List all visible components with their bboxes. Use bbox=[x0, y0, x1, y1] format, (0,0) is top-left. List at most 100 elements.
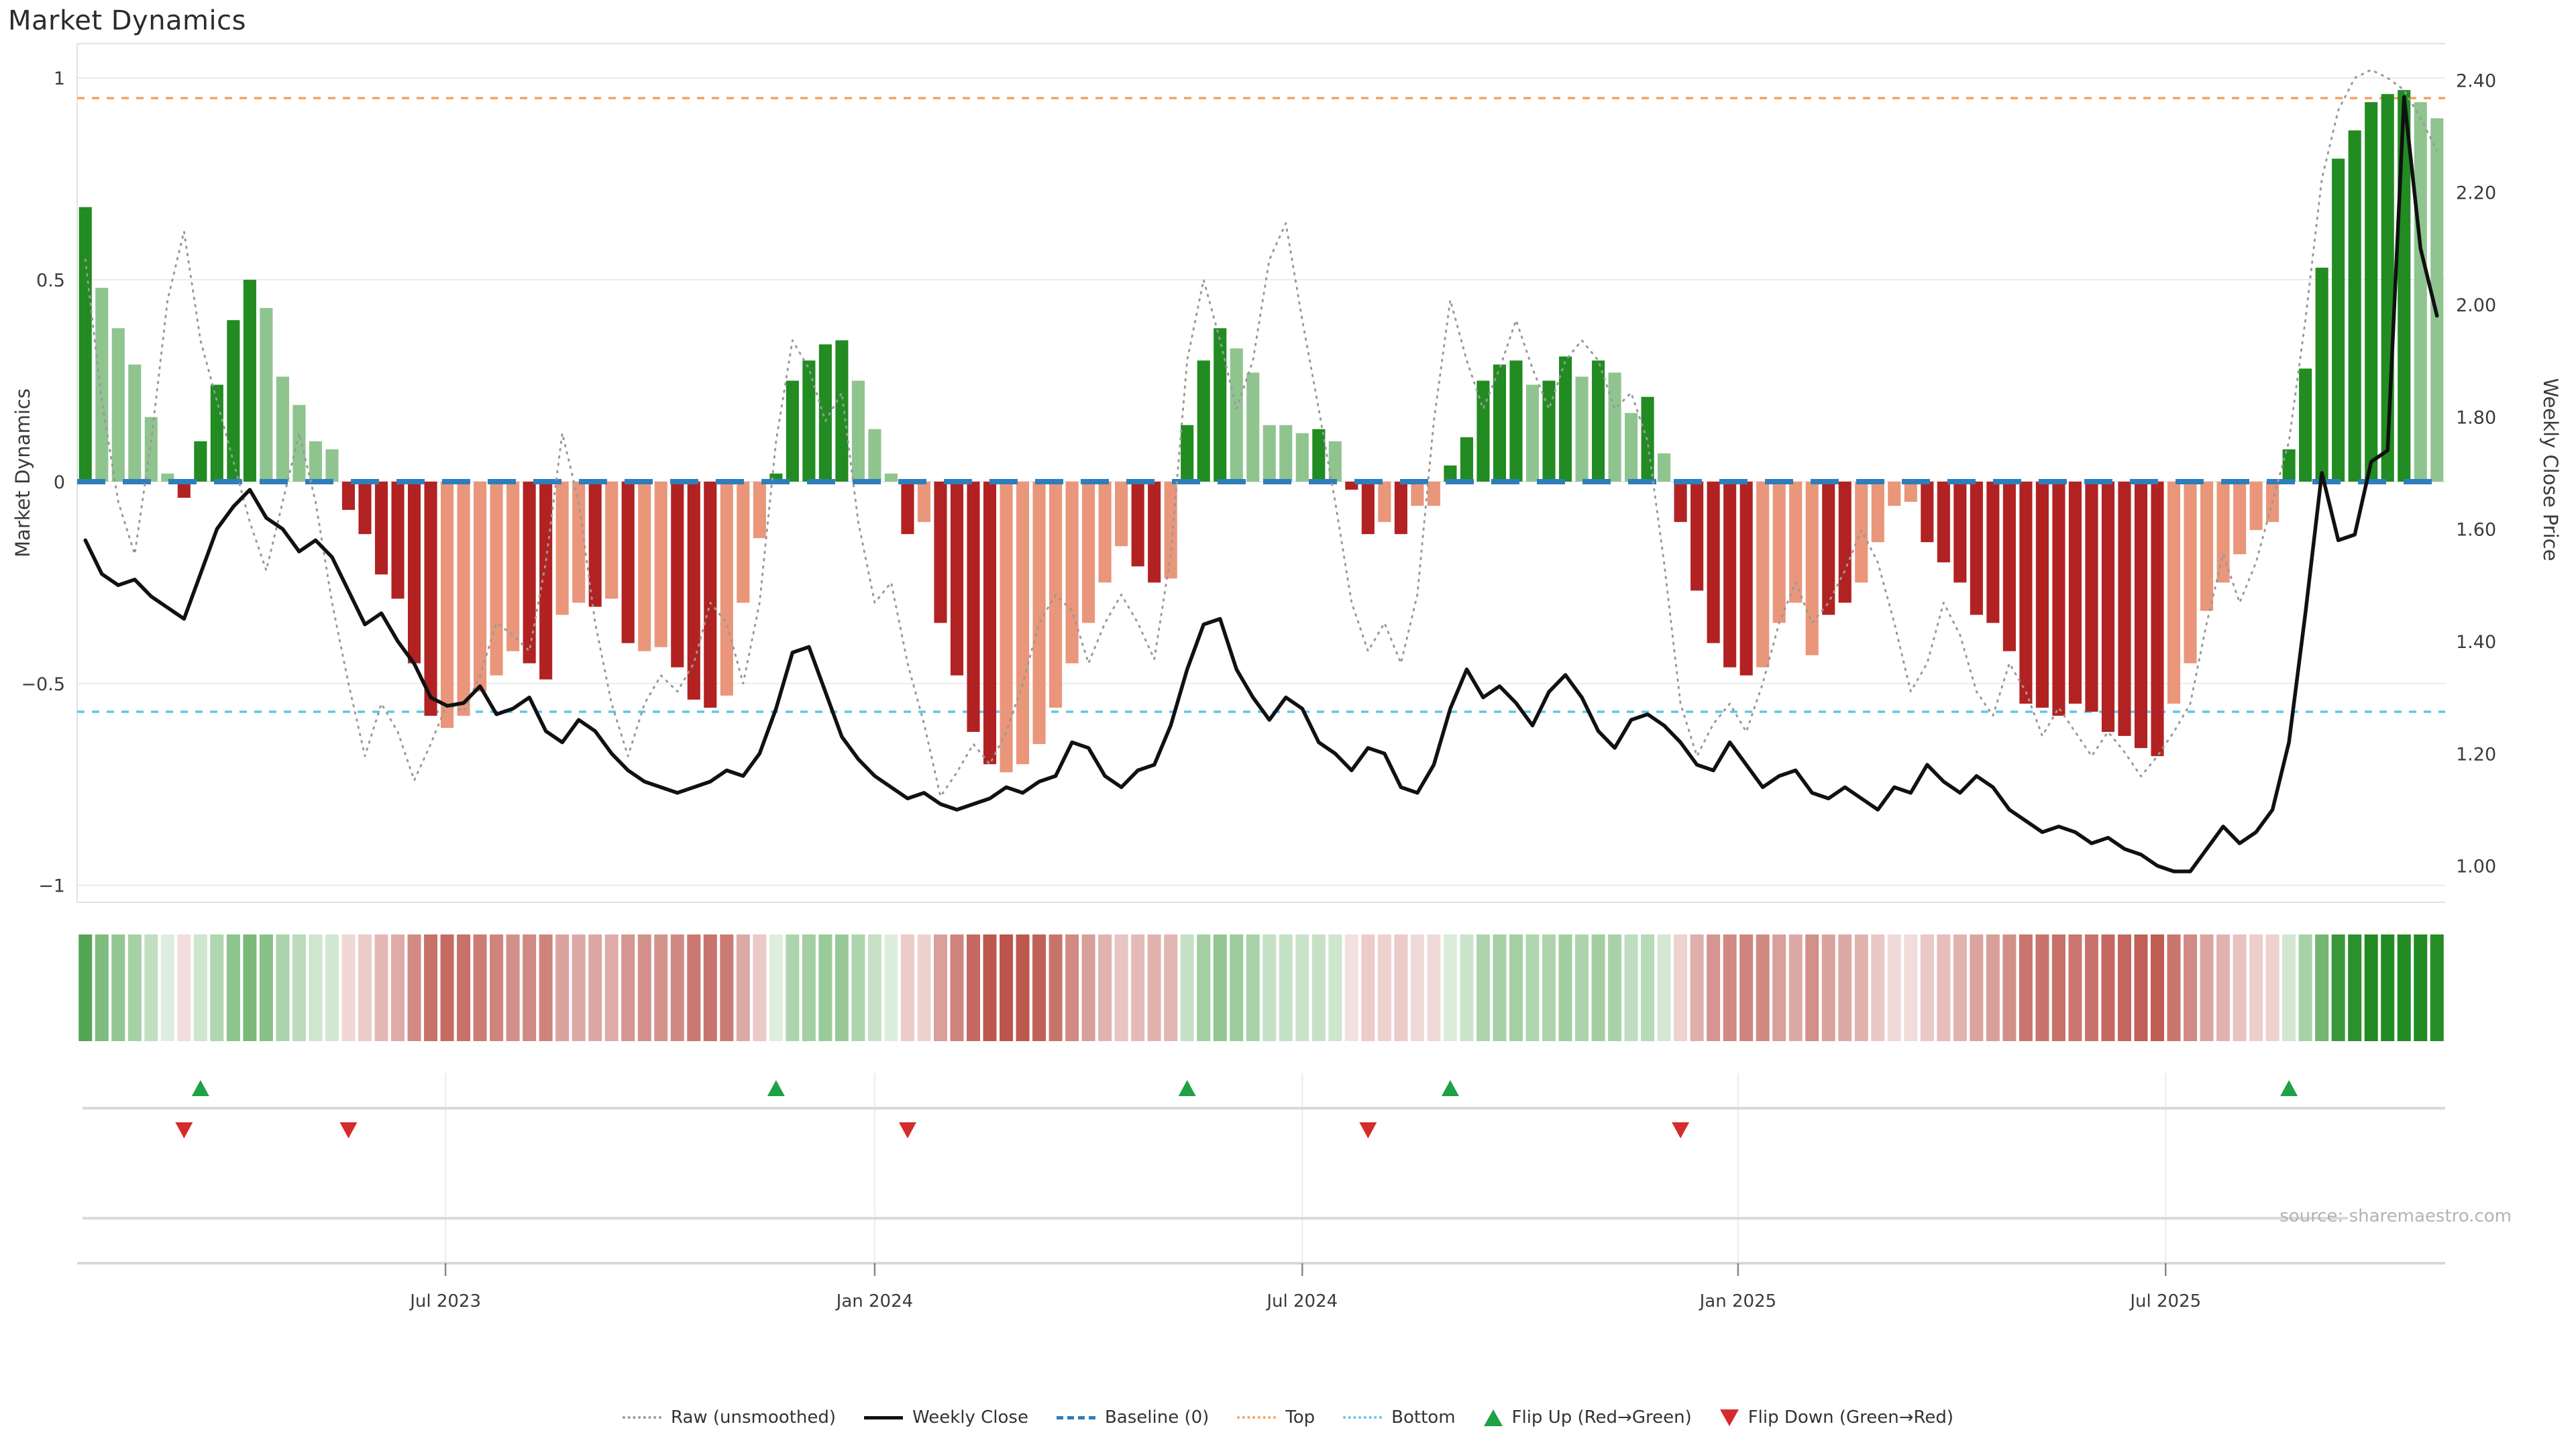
dynamics-bar bbox=[835, 340, 848, 482]
heatmap-cell bbox=[1525, 934, 1539, 1041]
heatmap-cell bbox=[1197, 934, 1210, 1041]
heatmap-cell bbox=[917, 934, 930, 1041]
heatmap-cell bbox=[375, 934, 388, 1041]
heatmap-cell bbox=[638, 934, 651, 1041]
dynamics-bar bbox=[2052, 482, 2065, 716]
heatmap-cell bbox=[901, 934, 914, 1041]
heatmap-cell bbox=[2216, 934, 2230, 1041]
dynamics-bar bbox=[802, 360, 815, 482]
flip-up-marker bbox=[767, 1080, 785, 1096]
heatmap-cell bbox=[1986, 934, 2000, 1041]
legend-item-flip-up-label: Flip Up (Red→Green) bbox=[1512, 1407, 1692, 1428]
dynamics-bar bbox=[1411, 482, 1424, 506]
heatmap-cell bbox=[2299, 934, 2312, 1041]
dynamics-bar bbox=[1279, 425, 1292, 482]
heatmap-cell bbox=[1295, 934, 1309, 1041]
dynamics-bar bbox=[1575, 376, 1588, 481]
dynamics-bar bbox=[688, 482, 700, 700]
heatmap-cell bbox=[588, 934, 602, 1041]
dynamics-bar bbox=[1197, 360, 1210, 482]
dynamics-bar bbox=[2036, 482, 2049, 708]
heatmap-cell bbox=[1608, 934, 1621, 1041]
flip-up-marker bbox=[1442, 1080, 1459, 1096]
heatmap-cell bbox=[1756, 934, 1770, 1041]
heatmap-cell bbox=[506, 934, 520, 1041]
flip-up-marker bbox=[2280, 1080, 2298, 1096]
heatmap-cell bbox=[1921, 934, 1934, 1041]
heatmap-cell bbox=[1246, 934, 1260, 1041]
heatmap-cell bbox=[210, 934, 223, 1041]
heatmap-cell bbox=[358, 934, 372, 1041]
heatmap-cell bbox=[1592, 934, 1605, 1041]
left-axis-tick-label: 1 bbox=[54, 68, 65, 89]
heatmap-cell bbox=[1723, 934, 1737, 1041]
heatmap-cell bbox=[1065, 934, 1079, 1041]
dynamics-bar bbox=[1690, 482, 1703, 590]
heatmap-cell bbox=[1394, 934, 1407, 1041]
heatmap-cell bbox=[2200, 934, 2214, 1041]
dynamics-bar bbox=[276, 376, 289, 481]
heatmap-cell bbox=[441, 934, 454, 1041]
heatmap-cell bbox=[851, 934, 865, 1041]
heatmap-cell bbox=[391, 934, 405, 1041]
heatmap-cell bbox=[704, 934, 717, 1041]
dynamics-bar bbox=[1707, 482, 1720, 643]
dynamics-bar bbox=[1033, 482, 1046, 744]
dynamics-bar bbox=[523, 482, 536, 663]
left-axis-tick-label: 0 bbox=[54, 472, 65, 493]
dynamics-bar bbox=[309, 441, 322, 482]
dynamics-bar bbox=[1246, 372, 1259, 481]
heatmap-cell bbox=[243, 934, 256, 1041]
legend-item-raw-swatch-icon bbox=[623, 1416, 661, 1419]
heatmap-cell bbox=[260, 934, 273, 1041]
dynamics-bar bbox=[951, 482, 963, 676]
dynamics-bar bbox=[1592, 360, 1605, 482]
heatmap-cell bbox=[2151, 934, 2164, 1041]
dynamics-bar bbox=[1723, 482, 1736, 667]
heatmap-cell bbox=[1542, 934, 1556, 1041]
heatmap-cell bbox=[1049, 934, 1063, 1041]
heatmap-cell bbox=[194, 934, 207, 1041]
dynamics-bar bbox=[2365, 102, 2377, 482]
heatmap-cell bbox=[2085, 934, 2098, 1041]
heatmap-cell bbox=[1000, 934, 1013, 1041]
dynamics-bar bbox=[1362, 482, 1375, 534]
heatmap-cell bbox=[2249, 934, 2263, 1041]
heatmap-cell bbox=[309, 934, 322, 1041]
heatmap-cell bbox=[1181, 934, 1194, 1041]
right-axis-tick-label: 2.00 bbox=[2456, 295, 2496, 316]
heatmap-cell bbox=[786, 934, 799, 1041]
legend-item-bottom-swatch-icon bbox=[1343, 1416, 1382, 1419]
dynamics-bar bbox=[1806, 482, 1819, 655]
heatmap-cell bbox=[1148, 934, 1161, 1041]
dynamics-bar bbox=[408, 482, 421, 663]
dynamics-bar bbox=[194, 441, 207, 482]
plot-background bbox=[77, 44, 2445, 902]
dynamics-bar bbox=[655, 482, 667, 647]
heatmap-cell bbox=[753, 934, 766, 1041]
dynamics-bar bbox=[967, 482, 979, 732]
legend-item-weekly-close-swatch-icon bbox=[864, 1416, 903, 1419]
heatmap-cell bbox=[1279, 934, 1293, 1041]
heatmap-cell bbox=[769, 934, 783, 1041]
dynamics-bar bbox=[2069, 482, 2082, 704]
heatmap-cell bbox=[1855, 934, 1868, 1041]
dynamics-bar bbox=[424, 482, 437, 716]
right-axis-tick-label: 1.40 bbox=[2456, 632, 2496, 653]
left-axis-tick-label: 0.5 bbox=[36, 270, 65, 291]
heatmap-cell bbox=[292, 934, 306, 1041]
flip-down-marker bbox=[899, 1122, 916, 1138]
dynamics-bar bbox=[737, 482, 749, 603]
heatmap-cell bbox=[2365, 934, 2378, 1041]
dynamics-bar bbox=[1937, 482, 1950, 562]
dynamics-bar bbox=[2003, 482, 2016, 651]
dynamics-bar bbox=[1000, 482, 1012, 772]
dynamics-bar bbox=[605, 482, 618, 599]
dynamics-bar bbox=[983, 482, 996, 764]
dynamics-bar bbox=[227, 320, 239, 482]
dynamics-bar bbox=[1460, 437, 1473, 482]
dynamics-bar bbox=[2167, 482, 2180, 704]
heatmap-cell bbox=[1953, 934, 1967, 1041]
heatmap-cell bbox=[1115, 934, 1128, 1041]
dynamics-bar bbox=[1312, 429, 1325, 482]
